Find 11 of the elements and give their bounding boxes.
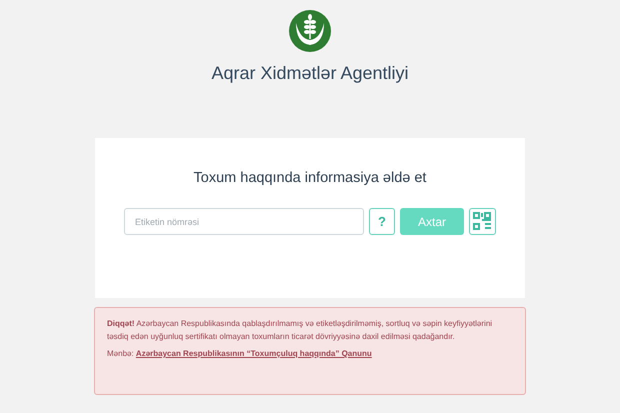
card-heading: Toxum haqqında informasiya əldə et [194, 170, 426, 186]
agency-title: Aqrar Xidmətlər Agentliyi [211, 63, 409, 84]
qr-code-button[interactable] [469, 208, 496, 235]
help-button[interactable]: ? [369, 208, 395, 235]
source-label: Mənbə: [107, 349, 134, 358]
warning-message: Diqqət! Azərbaycan Respublikasında qablaşdırılmamış və etiketləşdirilməmiş, sortluq və səpin keyfiyyətlərini təsdiq edən uyğunluq sertifikatı olmayan toxumların ticarət dövriyyəsinə daxil edilməsi qadağandır. [107, 318, 494, 343]
law-link[interactable]: Azərbaycan Respublikasının “Toxumçuluq haqqında” Qanunu [136, 349, 372, 358]
logo-icon [288, 9, 332, 53]
qr-code-icon [473, 212, 492, 231]
label-number-field[interactable]: Etiketin nömrəsi [124, 208, 364, 235]
search-button[interactable]: Axtar [400, 208, 464, 235]
